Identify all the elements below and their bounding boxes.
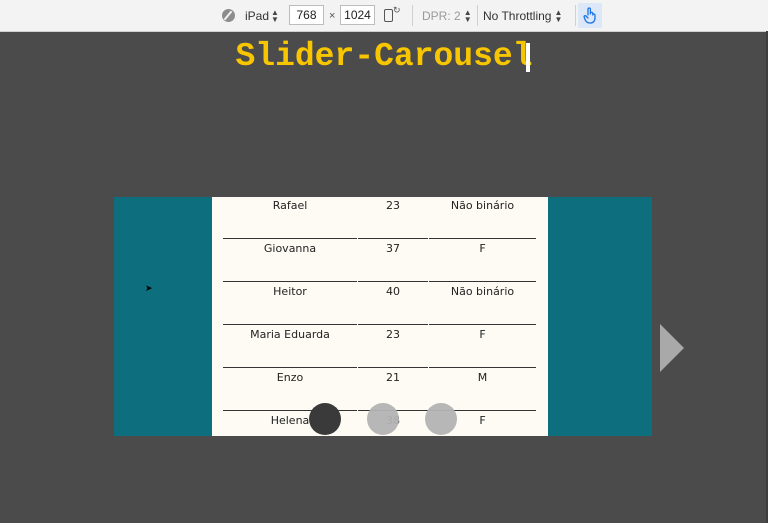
table-cell-name: Maria Eduarda xyxy=(250,328,330,341)
table-cell-gender: Não binário xyxy=(450,285,515,298)
sort-icon: ▲ ▼ xyxy=(554,7,563,24)
devtools-device-toolbar: iPad ▲▼ 768 × 1024 DPR: 2 ▲▼ No Throttli… xyxy=(0,0,768,32)
dimension-separator: × xyxy=(329,9,336,22)
cursor-icon: ➤ xyxy=(145,284,153,294)
touch-icon xyxy=(583,7,596,24)
toolbar-divider xyxy=(412,5,413,26)
carousel[interactable]: Rafael 23 Não binário Giovanna 37 F Heitor 40 Nã… xyxy=(114,197,652,436)
table-cell-name: Heitor xyxy=(273,285,307,298)
carousel-dot[interactable] xyxy=(425,403,457,435)
device-select[interactable]: iPad ▲ ▼ xyxy=(245,0,279,31)
no-device-icon[interactable] xyxy=(222,0,235,31)
width-input[interactable]: 768 xyxy=(289,5,324,25)
rotate-button[interactable] xyxy=(384,0,401,31)
table-cell-gender: F xyxy=(479,328,486,341)
dpr-label: DPR: 2 xyxy=(422,8,461,23)
table-row: Maria Eduarda 23 F xyxy=(223,325,536,368)
sort-icon: ▲ ▼ xyxy=(463,7,472,24)
table-row: Giovanna 37 F xyxy=(223,239,536,282)
carousel-dot[interactable] xyxy=(309,403,341,435)
text-caret xyxy=(526,43,530,72)
table-cell-name: Rafael xyxy=(272,199,308,212)
throttling-select[interactable]: No Throttling ▲ ▼ xyxy=(483,0,562,31)
rotate-icon xyxy=(384,5,401,22)
table-cell-gender: F xyxy=(479,242,486,255)
table-cell-age: 23 xyxy=(386,199,400,212)
toolbar-divider xyxy=(477,5,478,26)
table-row: Heitor 40 Não binário xyxy=(223,282,536,325)
table-cell-name: Giovanna xyxy=(263,242,317,255)
dpr-select[interactable]: DPR: 2 ▲ ▼ xyxy=(422,0,472,31)
touch-toggle[interactable] xyxy=(578,3,602,28)
height-input[interactable]: 1024 xyxy=(340,5,375,25)
carousel-slide: Rafael 23 Não binário Giovanna 37 F Heitor 40 Nã… xyxy=(212,197,548,436)
device-name: iPad xyxy=(245,8,270,23)
table-cell-name: Enzo xyxy=(276,371,304,384)
toolbar-divider xyxy=(575,5,576,26)
table-cell-gender: Não binário xyxy=(450,199,515,212)
table-cell-age: 40 xyxy=(386,285,400,298)
table-cell-age: 23 xyxy=(386,328,400,341)
table-cell-age: 37 xyxy=(386,242,400,255)
next-arrow-icon[interactable] xyxy=(660,324,684,372)
carousel-dot[interactable] xyxy=(367,403,399,435)
throttling-label: No Throttling xyxy=(483,8,552,23)
sort-icon: ▲ ▼ xyxy=(271,7,279,24)
table-cell-age: 21 xyxy=(386,371,400,384)
page-title: Slider-Carousel xyxy=(235,38,533,75)
table-row: Rafael 23 Não binário xyxy=(223,197,536,239)
